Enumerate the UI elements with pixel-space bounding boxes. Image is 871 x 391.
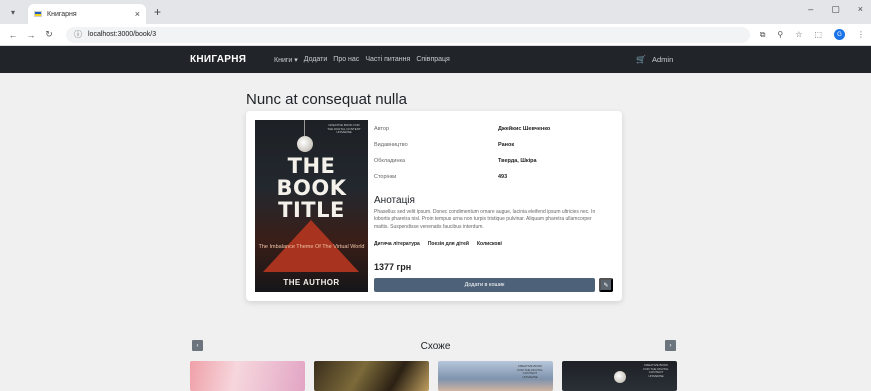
spec-label: Автор bbox=[374, 126, 390, 132]
spec-value: 493 bbox=[498, 174, 508, 180]
forward-icon[interactable]: → bbox=[24, 30, 38, 40]
carousel-next-button[interactable]: › bbox=[665, 340, 676, 351]
cover-lamp-string bbox=[304, 120, 305, 136]
back-icon[interactable]: ← bbox=[6, 30, 20, 40]
window-controls: – ▢ × bbox=[808, 4, 863, 15]
site-navbar: КНИГАРНЯ Книги ▾ Додати Про нас Часті пи… bbox=[0, 46, 871, 73]
nav-item-about[interactable]: Про нас bbox=[333, 56, 359, 64]
install-app-icon[interactable]: ⧉ bbox=[760, 30, 766, 40]
page-title: Nunc at consequat nulla bbox=[246, 91, 407, 108]
cover-title-line3: TITLE bbox=[278, 198, 345, 222]
spec-label: Сторінки bbox=[374, 174, 397, 180]
spec-value: Джейкис Шевченко bbox=[498, 126, 551, 132]
annotation-text: Phasellus sed velit ipsum. Donec condime… bbox=[374, 209, 596, 230]
cover-small-text: CREATIVE BOOK FOR THE DIGITAL CONTENT UN… bbox=[327, 123, 361, 135]
genre-tag[interactable]: Поезія для дітей bbox=[428, 241, 469, 247]
zoom-icon[interactable]: ⚲ bbox=[777, 30, 783, 39]
cover-title-line2: BOOK bbox=[276, 176, 347, 200]
nav-item-books[interactable]: Книги ▾ bbox=[274, 56, 298, 64]
user-menu[interactable]: Admin bbox=[652, 55, 673, 64]
site-brand[interactable]: КНИГАРНЯ bbox=[190, 54, 246, 65]
browser-menu-icon[interactable]: ⋮ bbox=[857, 30, 865, 39]
nav-item-faq[interactable]: Часті питання bbox=[365, 56, 410, 64]
new-tab-button[interactable]: + bbox=[154, 5, 161, 19]
site-info-icon[interactable]: ⓘ bbox=[74, 29, 82, 40]
spec-row: Обкладинка Тверда, Шкіра bbox=[374, 153, 614, 169]
cart-icon[interactable]: 🛒 bbox=[636, 55, 646, 64]
edit-book-button[interactable]: ✎ bbox=[599, 278, 613, 292]
nav-menu: Книги ▾ Додати Про нас Часті питання Спі… bbox=[274, 56, 450, 64]
tab-title: Книгарня bbox=[47, 10, 77, 18]
spec-label: Обкладинка bbox=[374, 158, 406, 164]
url-text: localhost:3000/book/3 bbox=[88, 31, 157, 38]
browser-tab[interactable]: Книгарня × bbox=[28, 4, 146, 24]
restore-icon[interactable]: ▢ bbox=[831, 4, 840, 15]
pencil-icon: ✎ bbox=[603, 282, 609, 289]
genre-tag[interactable]: Колискові bbox=[477, 241, 502, 247]
add-to-cart-button[interactable]: Додати в кошик bbox=[374, 278, 595, 292]
toolbar-icons: ⧉ ⚲ ☆ ⬚ G ⋮ bbox=[760, 29, 865, 40]
profile-avatar[interactable]: G bbox=[834, 29, 845, 40]
close-window-icon[interactable]: × bbox=[858, 4, 863, 15]
thumb-cover-text: CREATIVE BOOK FOR THE DIGITAL CONTENT UN… bbox=[517, 364, 543, 379]
thumb-lamp bbox=[614, 371, 626, 383]
spec-row: Видавництво Ранок bbox=[374, 137, 614, 153]
tab-close-icon[interactable]: × bbox=[135, 9, 140, 19]
address-bar[interactable]: ⓘ localhost:3000/book/3 bbox=[66, 26, 750, 43]
spec-label: Видавництво bbox=[374, 142, 408, 148]
book-card: CREATIVE BOOK FOR THE DIGITAL CONTENT UN… bbox=[246, 111, 622, 301]
bookmark-star-icon[interactable]: ☆ bbox=[795, 30, 802, 39]
cover-title-line1: THE bbox=[287, 154, 336, 178]
browser-toolbar: ← → ↻ ⓘ localhost:3000/book/3 ⧉ ⚲ ☆ ⬚ G … bbox=[0, 24, 871, 46]
cover-subtitle: The Imbalance Theme Of The Virtual World bbox=[258, 244, 365, 250]
minimize-icon[interactable]: – bbox=[808, 4, 813, 15]
browser-tabbar: ▾ Книгарня × + – ▢ × bbox=[0, 0, 871, 24]
book-price: 1377 грн bbox=[374, 262, 412, 272]
nav-item-add[interactable]: Додати bbox=[304, 56, 328, 64]
annotation-heading: Анотація bbox=[374, 195, 415, 206]
thumb-cover-text: CREATIVE BOOK FOR THE DIGITAL CONTENT UN… bbox=[643, 363, 669, 378]
book-cover: CREATIVE BOOK FOR THE DIGITAL CONTENT UN… bbox=[255, 120, 368, 292]
book-specs: Автор Джейкис Шевченко Видавництво Ранок… bbox=[374, 121, 614, 185]
nav-item-cooperation[interactable]: Співпраця bbox=[416, 56, 450, 64]
similar-heading: Схоже bbox=[420, 341, 451, 352]
extensions-icon[interactable]: ⬚ bbox=[814, 30, 822, 39]
reload-icon[interactable]: ↻ bbox=[42, 29, 56, 40]
genre-list: Дитяча література Поезія для дітей Колис… bbox=[374, 241, 502, 247]
spec-row: Автор Джейкис Шевченко bbox=[374, 121, 614, 137]
spec-value: Ранок bbox=[498, 142, 515, 148]
tab-search-icon[interactable]: ▾ bbox=[6, 5, 20, 19]
genre-tag[interactable]: Дитяча література bbox=[374, 241, 420, 247]
favicon-icon bbox=[34, 11, 42, 17]
cover-lamp bbox=[297, 136, 313, 152]
spec-value: Тверда, Шкіра bbox=[498, 158, 537, 164]
cover-author: THE AUTHOR bbox=[283, 278, 340, 287]
spec-row: Сторінки 493 bbox=[374, 169, 614, 185]
